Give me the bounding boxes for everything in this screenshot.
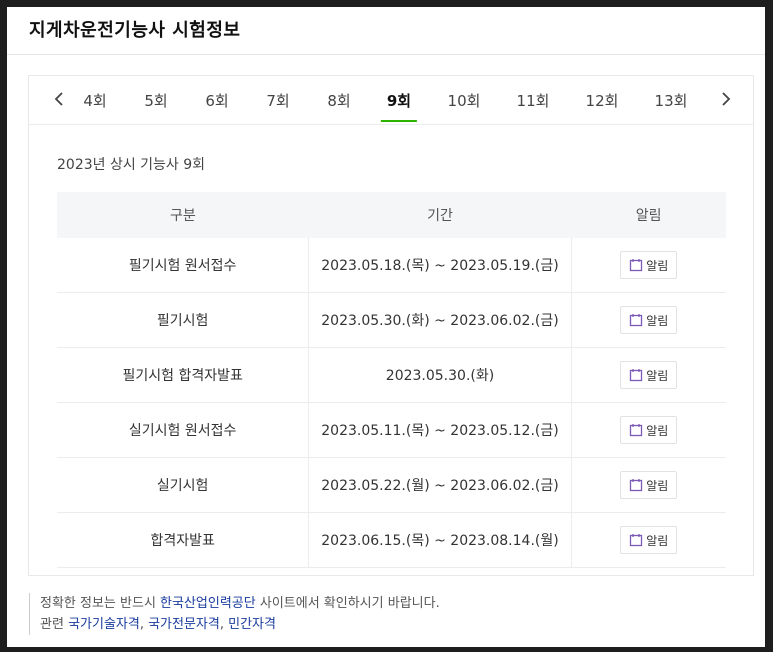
row-period: 2023.05.30.(화) bbox=[308, 347, 572, 403]
national-technical-qualification-link[interactable]: 국가기술자격 bbox=[68, 617, 140, 632]
table-row: 필기시험 합격자발표 2023.05.30.(화) 알림 bbox=[57, 347, 726, 403]
calendar-icon bbox=[629, 258, 643, 272]
alarm-button[interactable]: 알림 bbox=[620, 251, 678, 279]
row-period: 2023.05.22.(월) ~ 2023.06.02.(금) bbox=[308, 457, 572, 513]
row-period: 2023.05.11.(목) ~ 2023.05.12.(금) bbox=[308, 402, 572, 458]
footer-text: 정확한 정보는 반드시 bbox=[40, 596, 161, 611]
alarm-cell: 알림 bbox=[571, 292, 726, 348]
chevron-left-icon bbox=[49, 88, 71, 110]
tab-round-6[interactable]: 6회 bbox=[205, 90, 228, 111]
table-row: 합격자발표 2023.06.15.(목) ~ 2023.08.14.(월) 알림 bbox=[57, 512, 726, 568]
schedule-table: 구분 기간 알림 필기시험 원서접수 2023.05.18.(목) ~ 2023… bbox=[57, 192, 726, 568]
row-category: 합격자발표 bbox=[57, 512, 310, 568]
private-qualification-link[interactable]: 민간자격 bbox=[228, 617, 276, 632]
row-period: 2023.05.30.(화) ~ 2023.06.02.(금) bbox=[308, 292, 572, 348]
round-nav: 4회 5회 6회 7회 8회 9회 10회 11회 12회 13회 bbox=[29, 76, 753, 125]
footer-line-2: 관련 국가기술자격, 국가전문자격, 민간자격 bbox=[40, 614, 440, 635]
alarm-cell: 알림 bbox=[571, 512, 726, 568]
footer-note: 정확한 정보는 반드시 한국산업인력공단 사이트에서 확인하시기 바랍니다. 관… bbox=[29, 593, 440, 635]
alarm-cell: 알림 bbox=[571, 402, 726, 458]
calendar-icon bbox=[629, 368, 643, 382]
alarm-label: 알림 bbox=[646, 423, 669, 438]
alarm-button[interactable]: 알림 bbox=[620, 416, 678, 444]
alarm-label: 알림 bbox=[646, 368, 669, 383]
tab-round-11[interactable]: 11회 bbox=[517, 90, 550, 111]
table-row: 필기시험 원서접수 2023.05.18.(목) ~ 2023.05.19.(금… bbox=[57, 238, 726, 293]
calendar-icon bbox=[629, 423, 643, 437]
row-category: 필기시험 합격자발표 bbox=[57, 347, 310, 403]
alarm-button[interactable]: 알림 bbox=[620, 471, 678, 499]
header-alarm: 알림 bbox=[571, 192, 726, 238]
row-period: 2023.05.18.(목) ~ 2023.05.19.(금) bbox=[308, 238, 572, 293]
page-title: 지게차운전기능사 시험정보 bbox=[29, 20, 241, 41]
exam-info-panel: 지게차운전기능사 시험정보 4회 5회 6회 7회 8회 9회 10회 11회 … bbox=[7, 7, 765, 647]
calendar-icon bbox=[629, 533, 643, 547]
row-category: 필기시험 원서접수 bbox=[57, 238, 310, 293]
alarm-cell: 알림 bbox=[571, 238, 726, 293]
tab-round-10[interactable]: 10회 bbox=[448, 90, 481, 111]
footer-line-1: 정확한 정보는 반드시 한국산업인력공단 사이트에서 확인하시기 바랍니다. bbox=[40, 593, 440, 614]
header-period: 기간 bbox=[308, 192, 572, 238]
calendar-icon bbox=[629, 478, 643, 492]
table-row: 실기시험 2023.05.22.(월) ~ 2023.06.02.(금) 알림 bbox=[57, 457, 726, 513]
alarm-cell: 알림 bbox=[571, 347, 726, 403]
row-category: 실기시험 bbox=[57, 457, 310, 513]
table-header-row: 구분 기간 알림 bbox=[57, 192, 726, 238]
header-category: 구분 bbox=[57, 192, 309, 238]
alarm-label: 알림 bbox=[646, 313, 669, 328]
next-round-button[interactable] bbox=[714, 88, 736, 110]
hrdk-link[interactable]: 한국산업인력공단 bbox=[160, 596, 256, 611]
national-professional-qualification-link[interactable]: 국가전문자격 bbox=[148, 617, 220, 632]
table-row: 필기시험 2023.05.30.(화) ~ 2023.06.02.(금) 알림 bbox=[57, 292, 726, 348]
alarm-button[interactable]: 알림 bbox=[620, 306, 678, 334]
separator: , bbox=[139, 617, 149, 632]
tab-round-5[interactable]: 5회 bbox=[144, 90, 167, 111]
tab-round-13[interactable]: 13회 bbox=[655, 90, 688, 111]
tab-round-8[interactable]: 8회 bbox=[327, 90, 350, 111]
alarm-cell: 알림 bbox=[571, 457, 726, 513]
title-bar: 지게차운전기능사 시험정보 bbox=[7, 7, 765, 55]
tab-round-12[interactable]: 12회 bbox=[586, 90, 619, 111]
alarm-label: 알림 bbox=[646, 258, 669, 273]
alarm-button[interactable]: 알림 bbox=[620, 361, 678, 389]
related-label: 관련 bbox=[40, 617, 69, 632]
table-row: 실기시험 원서접수 2023.05.11.(목) ~ 2023.05.12.(금… bbox=[57, 402, 726, 458]
chevron-right-icon bbox=[714, 88, 736, 110]
alarm-button[interactable]: 알림 bbox=[620, 526, 678, 554]
schedule-card: 4회 5회 6회 7회 8회 9회 10회 11회 12회 13회 2023년 … bbox=[28, 75, 754, 576]
row-category: 필기시험 bbox=[57, 292, 310, 348]
footer-text: 사이트에서 확인하시기 바랍니다. bbox=[255, 596, 440, 611]
separator: , bbox=[219, 617, 229, 632]
alarm-label: 알림 bbox=[646, 533, 669, 548]
tab-round-9[interactable]: 9회 bbox=[380, 90, 418, 122]
prev-round-button[interactable] bbox=[49, 88, 71, 110]
tab-round-4[interactable]: 4회 bbox=[83, 90, 106, 111]
row-period: 2023.06.15.(목) ~ 2023.08.14.(월) bbox=[308, 512, 572, 568]
tab-round-7[interactable]: 7회 bbox=[266, 90, 289, 111]
exam-heading: 2023년 상시 기능사 9회 bbox=[57, 157, 206, 173]
calendar-icon bbox=[629, 313, 643, 327]
alarm-label: 알림 bbox=[646, 478, 669, 493]
row-category: 실기시험 원서접수 bbox=[57, 402, 310, 458]
